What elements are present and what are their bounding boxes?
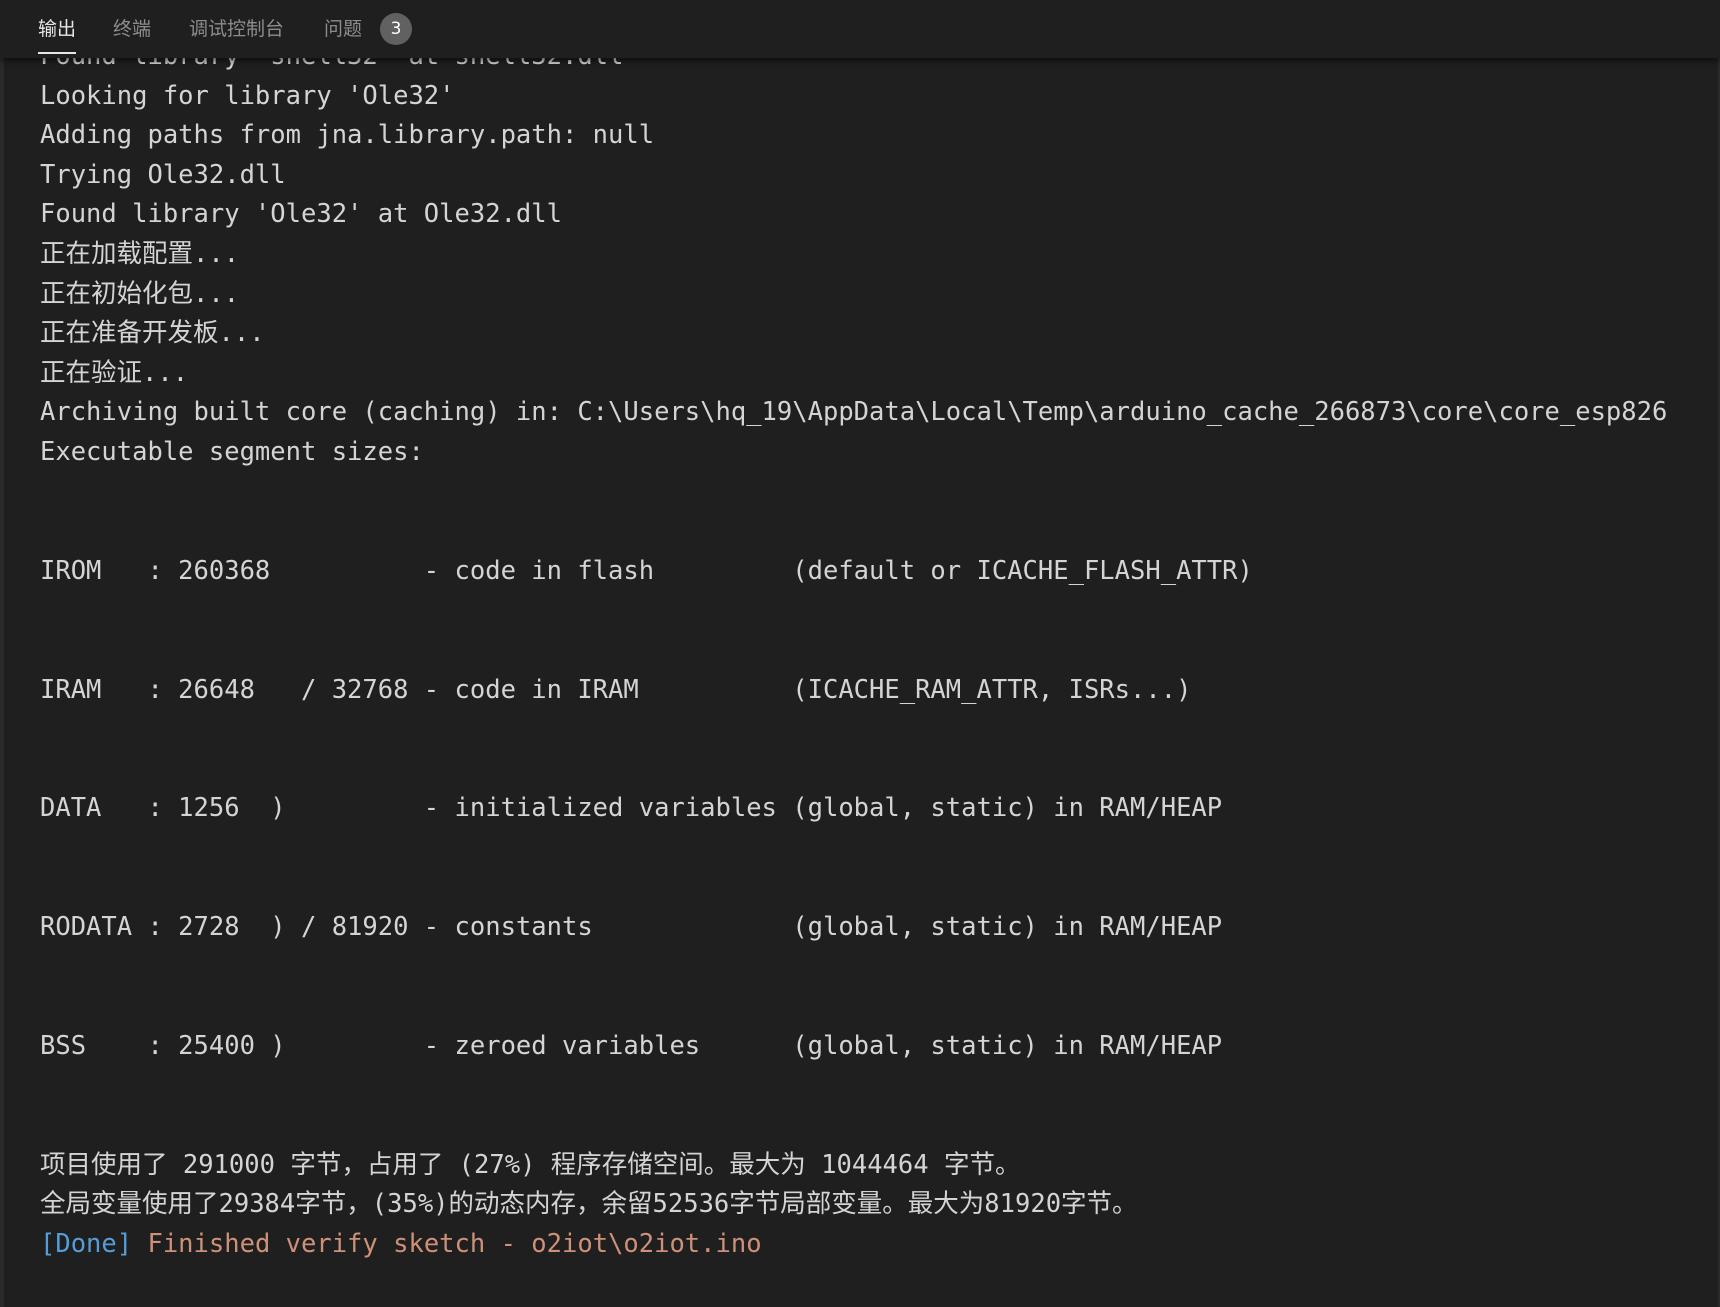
tab-problems[interactable]: 问题	[324, 14, 362, 44]
output-line: 正在加载配置...	[40, 238, 240, 269]
output-line: Trying Ole32.dll	[40, 159, 286, 190]
output-line-done: [Done] Finished verify sketch - o2iot\o2…	[40, 1225, 1720, 1265]
output-line: 正在准备开发板...	[40, 318, 265, 349]
tab-terminal-label: 终端	[113, 18, 152, 40]
output-line: Archiving built core (caching) in: C:\Us…	[40, 397, 1668, 428]
output-line: IROM : 260368 - code in flash (default o…	[40, 555, 1253, 586]
output-line: 项目使用了 291000 字节，占用了 (27%) 程序存储空间。最大为 104…	[40, 1149, 1021, 1180]
tab-output[interactable]: 输出	[38, 14, 77, 54]
tab-problems-label: 问题	[324, 18, 363, 40]
problems-count-badge: 3	[380, 13, 412, 45]
output-content[interactable]: Found library 'shell32' at shell32.dllLo…	[40, 37, 1720, 1307]
tab-output-label: 输出	[38, 18, 77, 40]
output-lines: Found library 'shell32' at shell32.dllLo…	[40, 37, 1720, 1225]
done-message: Finished verify sketch - o2iot\o2iot.ino	[132, 1228, 762, 1259]
output-line: BSS : 25400 ) - zeroed variables (global…	[40, 1030, 1223, 1061]
tab-terminal[interactable]: 终端	[113, 14, 151, 44]
output-line: DATA : 1256 ) - initialized variables (g…	[40, 793, 1223, 824]
output-line: Found library 'Ole32' at Ole32.dll	[40, 199, 562, 230]
panel-tab-bar: 输出 终端 调试控制台 问题 3	[0, 0, 1720, 58]
output-line: Executable segment sizes:	[40, 436, 424, 467]
panel-left-border	[0, 0, 4, 1307]
output-line: 正在验证...	[40, 357, 189, 388]
tab-debug-console-label: 调试控制台	[189, 18, 285, 40]
output-line: Adding paths from jna.library.path: null	[40, 120, 655, 151]
done-tag: [Done]	[40, 1228, 133, 1259]
output-line: 全局变量使用了29384字节，(35%)的动态内存，余留52536字节局部变量。…	[40, 1189, 1138, 1220]
output-panel: 输出 终端 调试控制台 问题 3 Found library 'shell32'…	[0, 0, 1720, 1307]
active-tab-indicator	[38, 52, 77, 54]
output-line: RODATA : 2728 ) / 81920 - constants (glo…	[40, 912, 1223, 943]
tab-debug-console[interactable]: 调试控制台	[189, 14, 284, 44]
output-line: 正在初始化包...	[40, 278, 240, 309]
output-line: Looking for library 'Ole32'	[40, 80, 455, 111]
output-line: IRAM : 26648 / 32768 - code in IRAM (ICA…	[40, 674, 1192, 705]
